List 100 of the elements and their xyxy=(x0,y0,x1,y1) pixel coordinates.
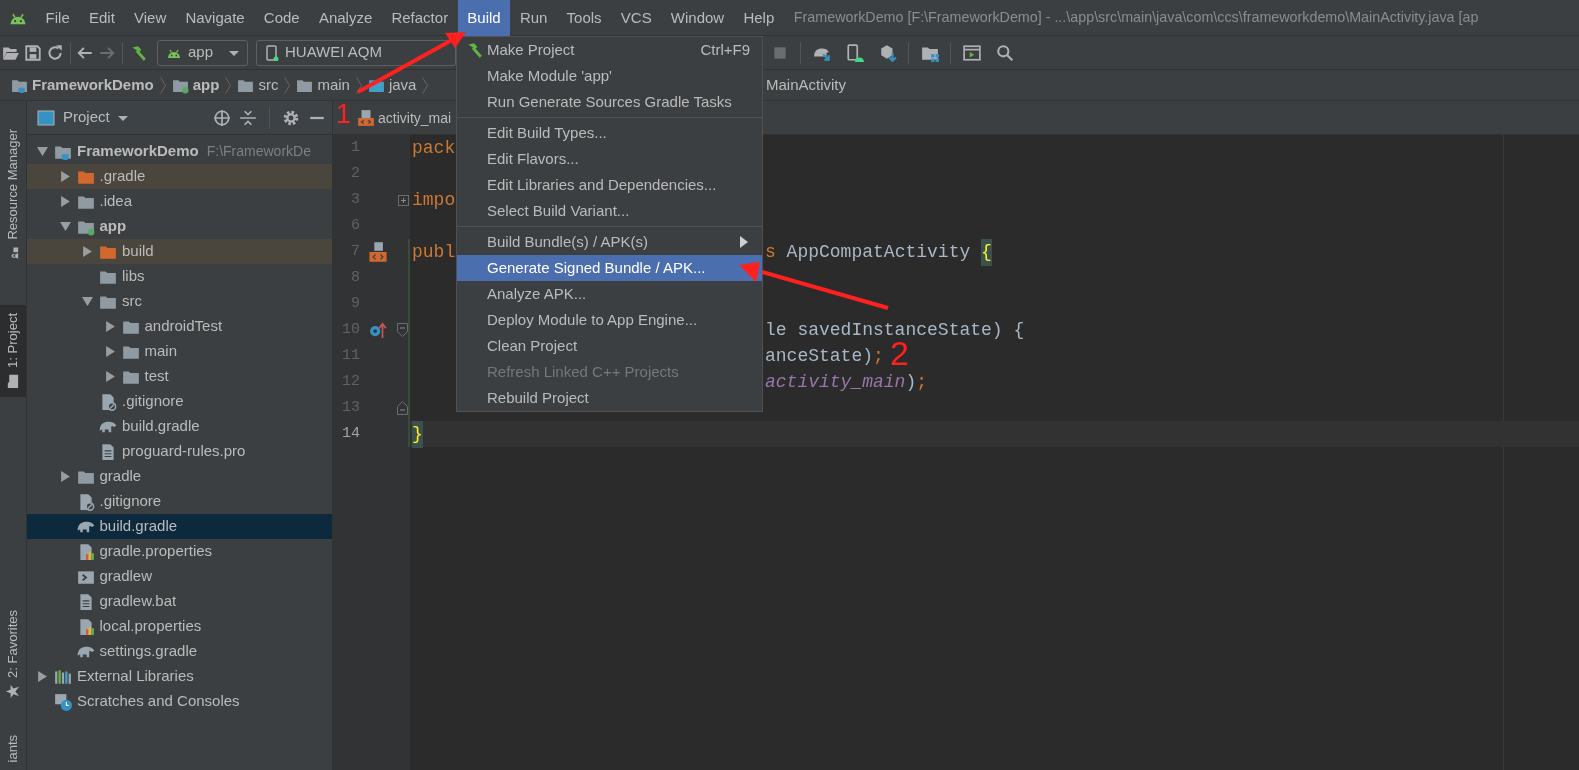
breadcrumb-item[interactable]: FrameworkDemo xyxy=(8,73,157,97)
expand-arrow-icon xyxy=(104,346,116,357)
refresh-icon[interactable] xyxy=(45,43,64,62)
menu-item[interactable]: Window xyxy=(661,0,734,36)
menu-item[interactable]: Analyze APK... xyxy=(457,281,762,307)
code-text: pack xyxy=(412,136,456,160)
menu-item[interactable]: File xyxy=(36,0,80,36)
menu-item[interactable]: Help xyxy=(733,0,784,36)
menu-item[interactable]: Deploy Module to App Engine... xyxy=(457,307,762,333)
tree-item[interactable]: test xyxy=(27,364,332,389)
expand-arrow-icon xyxy=(104,321,116,332)
expand-arrow-icon xyxy=(59,471,71,482)
search-icon[interactable] xyxy=(995,43,1014,62)
tree-item[interactable]: External Libraries xyxy=(27,664,332,689)
menu-item[interactable]: Analyze xyxy=(309,0,382,36)
tree-item[interactable]: libs xyxy=(27,264,332,289)
library-bars-icon xyxy=(54,667,72,686)
menu-item[interactable]: Run Generate Sources Gradle Tasks xyxy=(457,89,762,115)
menu-item[interactable]: Select Build Variant... xyxy=(457,198,762,224)
tool-window-tab[interactable]: Resource Manager xyxy=(0,121,26,269)
save-icon[interactable] xyxy=(23,43,42,62)
expand-arrow-icon xyxy=(104,371,116,382)
window-title: FrameworkDemo [F:\FrameworkDemo] - ...\app\src\main\java\com\ccs\frameworkdemo\MainActivity.java [ap xyxy=(793,7,1479,27)
collapse-arrow-icon xyxy=(37,146,48,157)
breadcrumb-item[interactable]: src xyxy=(234,73,282,97)
window-icon xyxy=(37,109,55,126)
expand-arrow-icon xyxy=(59,171,71,182)
tree-item[interactable]: .gitignore xyxy=(27,489,332,514)
menu-item[interactable]: Make Module 'app' xyxy=(457,63,762,89)
tree-item[interactable]: FrameworkDemo F:\FrameworkDe xyxy=(27,139,332,164)
menu-item[interactable]: Tools xyxy=(557,0,612,36)
scratches-clock-icon xyxy=(54,692,72,711)
menu-item[interactable]: Edit Flavors... xyxy=(457,146,762,172)
tool-window-tab[interactable]: 1: Project xyxy=(0,304,26,397)
tree-item[interactable]: gradlew.bat xyxy=(27,589,332,614)
collapse-arrow-icon xyxy=(59,221,71,232)
annotation-number: 1 xyxy=(336,101,352,128)
menu-item[interactable]: Generate Signed Bundle / APK... xyxy=(457,255,762,281)
tree-item[interactable]: local.properties xyxy=(27,614,332,639)
tree-item[interactable]: build.gradle xyxy=(27,514,332,539)
code-text: ; xyxy=(916,370,928,394)
menu-item[interactable]: Code xyxy=(254,0,310,36)
tree-item[interactable]: proguard-rules.pro xyxy=(27,439,332,464)
tree-item[interactable]: gradle.properties xyxy=(27,539,332,564)
tree-item[interactable]: .gradle xyxy=(27,164,332,189)
tree-item[interactable]: androidTest xyxy=(27,314,332,339)
menu-item[interactable]: Build Bundle(s) / APK(s) xyxy=(457,229,762,255)
phone-icon[interactable] xyxy=(845,43,864,62)
tree-item[interactable]: src xyxy=(27,289,332,314)
breadcrumb-item[interactable]: app xyxy=(168,73,223,97)
star-icon xyxy=(5,683,21,699)
tree-item[interactable]: .idea xyxy=(27,189,332,214)
ignored-file-icon xyxy=(99,392,117,411)
code-text: ) xyxy=(905,370,917,394)
box-icon[interactable] xyxy=(878,43,897,62)
device-dropdown[interactable]: HUAWEI AQM xyxy=(256,39,456,66)
code-text: { xyxy=(981,238,992,266)
run-config-dropdown[interactable]: app xyxy=(156,39,248,66)
code-text: impo xyxy=(412,188,456,212)
settings-icon[interactable] xyxy=(282,108,300,127)
breadcrumb-item[interactable]: MainActivity xyxy=(763,73,850,97)
tool-window-tab[interactable]: 2: Favorites xyxy=(0,601,26,707)
tree-item[interactable]: main xyxy=(27,339,332,364)
menu-item[interactable]: Build xyxy=(457,0,511,36)
tree-item[interactable]: .gitignore xyxy=(27,389,332,414)
menu-item[interactable]: Run xyxy=(510,0,557,36)
menu-item[interactable]: Navigate xyxy=(175,0,255,36)
editor-tab[interactable]: activity_mai xyxy=(353,101,452,135)
tree-item[interactable]: gradle xyxy=(27,464,332,489)
code-text: AppCompatActivity xyxy=(785,240,972,264)
breadcrumb-item[interactable]: java xyxy=(364,73,420,97)
menu-item[interactable]: Make Project Ctrl+F9 xyxy=(457,37,762,63)
menu-item[interactable]: Clean Project xyxy=(457,333,762,359)
tree-item[interactable]: gradlew xyxy=(27,564,332,589)
tool-window-tab[interactable]: iants xyxy=(0,726,26,770)
menu-item[interactable]: Rebuild Project xyxy=(457,385,762,411)
code-text: s xyxy=(765,240,776,264)
window-icon[interactable] xyxy=(962,43,981,62)
code-text: activity_main xyxy=(765,370,906,394)
collapse-arrow-icon xyxy=(82,296,93,307)
menu-item[interactable]: Edit Build Types... xyxy=(457,120,762,146)
chevron-icon xyxy=(284,76,291,94)
tree-item[interactable]: build xyxy=(27,239,332,264)
breadcrumb-item[interactable]: main xyxy=(293,73,353,97)
phone-icon xyxy=(265,44,279,61)
menu-item[interactable]: Edit Libraries and Dependencies... xyxy=(457,172,762,198)
menu-item[interactable]: Refactor xyxy=(381,0,458,36)
collapse-icon[interactable] xyxy=(239,108,257,127)
chevron-icon xyxy=(225,76,232,94)
chevron-icon xyxy=(159,76,166,94)
locate-icon[interactable] xyxy=(213,108,231,127)
menu-item[interactable]: Edit xyxy=(79,0,125,36)
tree-item[interactable]: build.gradle xyxy=(27,414,332,439)
line-number: 14 xyxy=(341,423,360,444)
expand-arrow-icon xyxy=(82,246,93,257)
menu-item[interactable]: VCS xyxy=(611,0,662,36)
tree-item[interactable]: Scratches and Consoles xyxy=(27,689,332,714)
menu-item[interactable]: View xyxy=(124,0,176,36)
tree-item[interactable]: app xyxy=(27,214,332,239)
tree-item[interactable]: settings.gradle xyxy=(27,639,332,664)
